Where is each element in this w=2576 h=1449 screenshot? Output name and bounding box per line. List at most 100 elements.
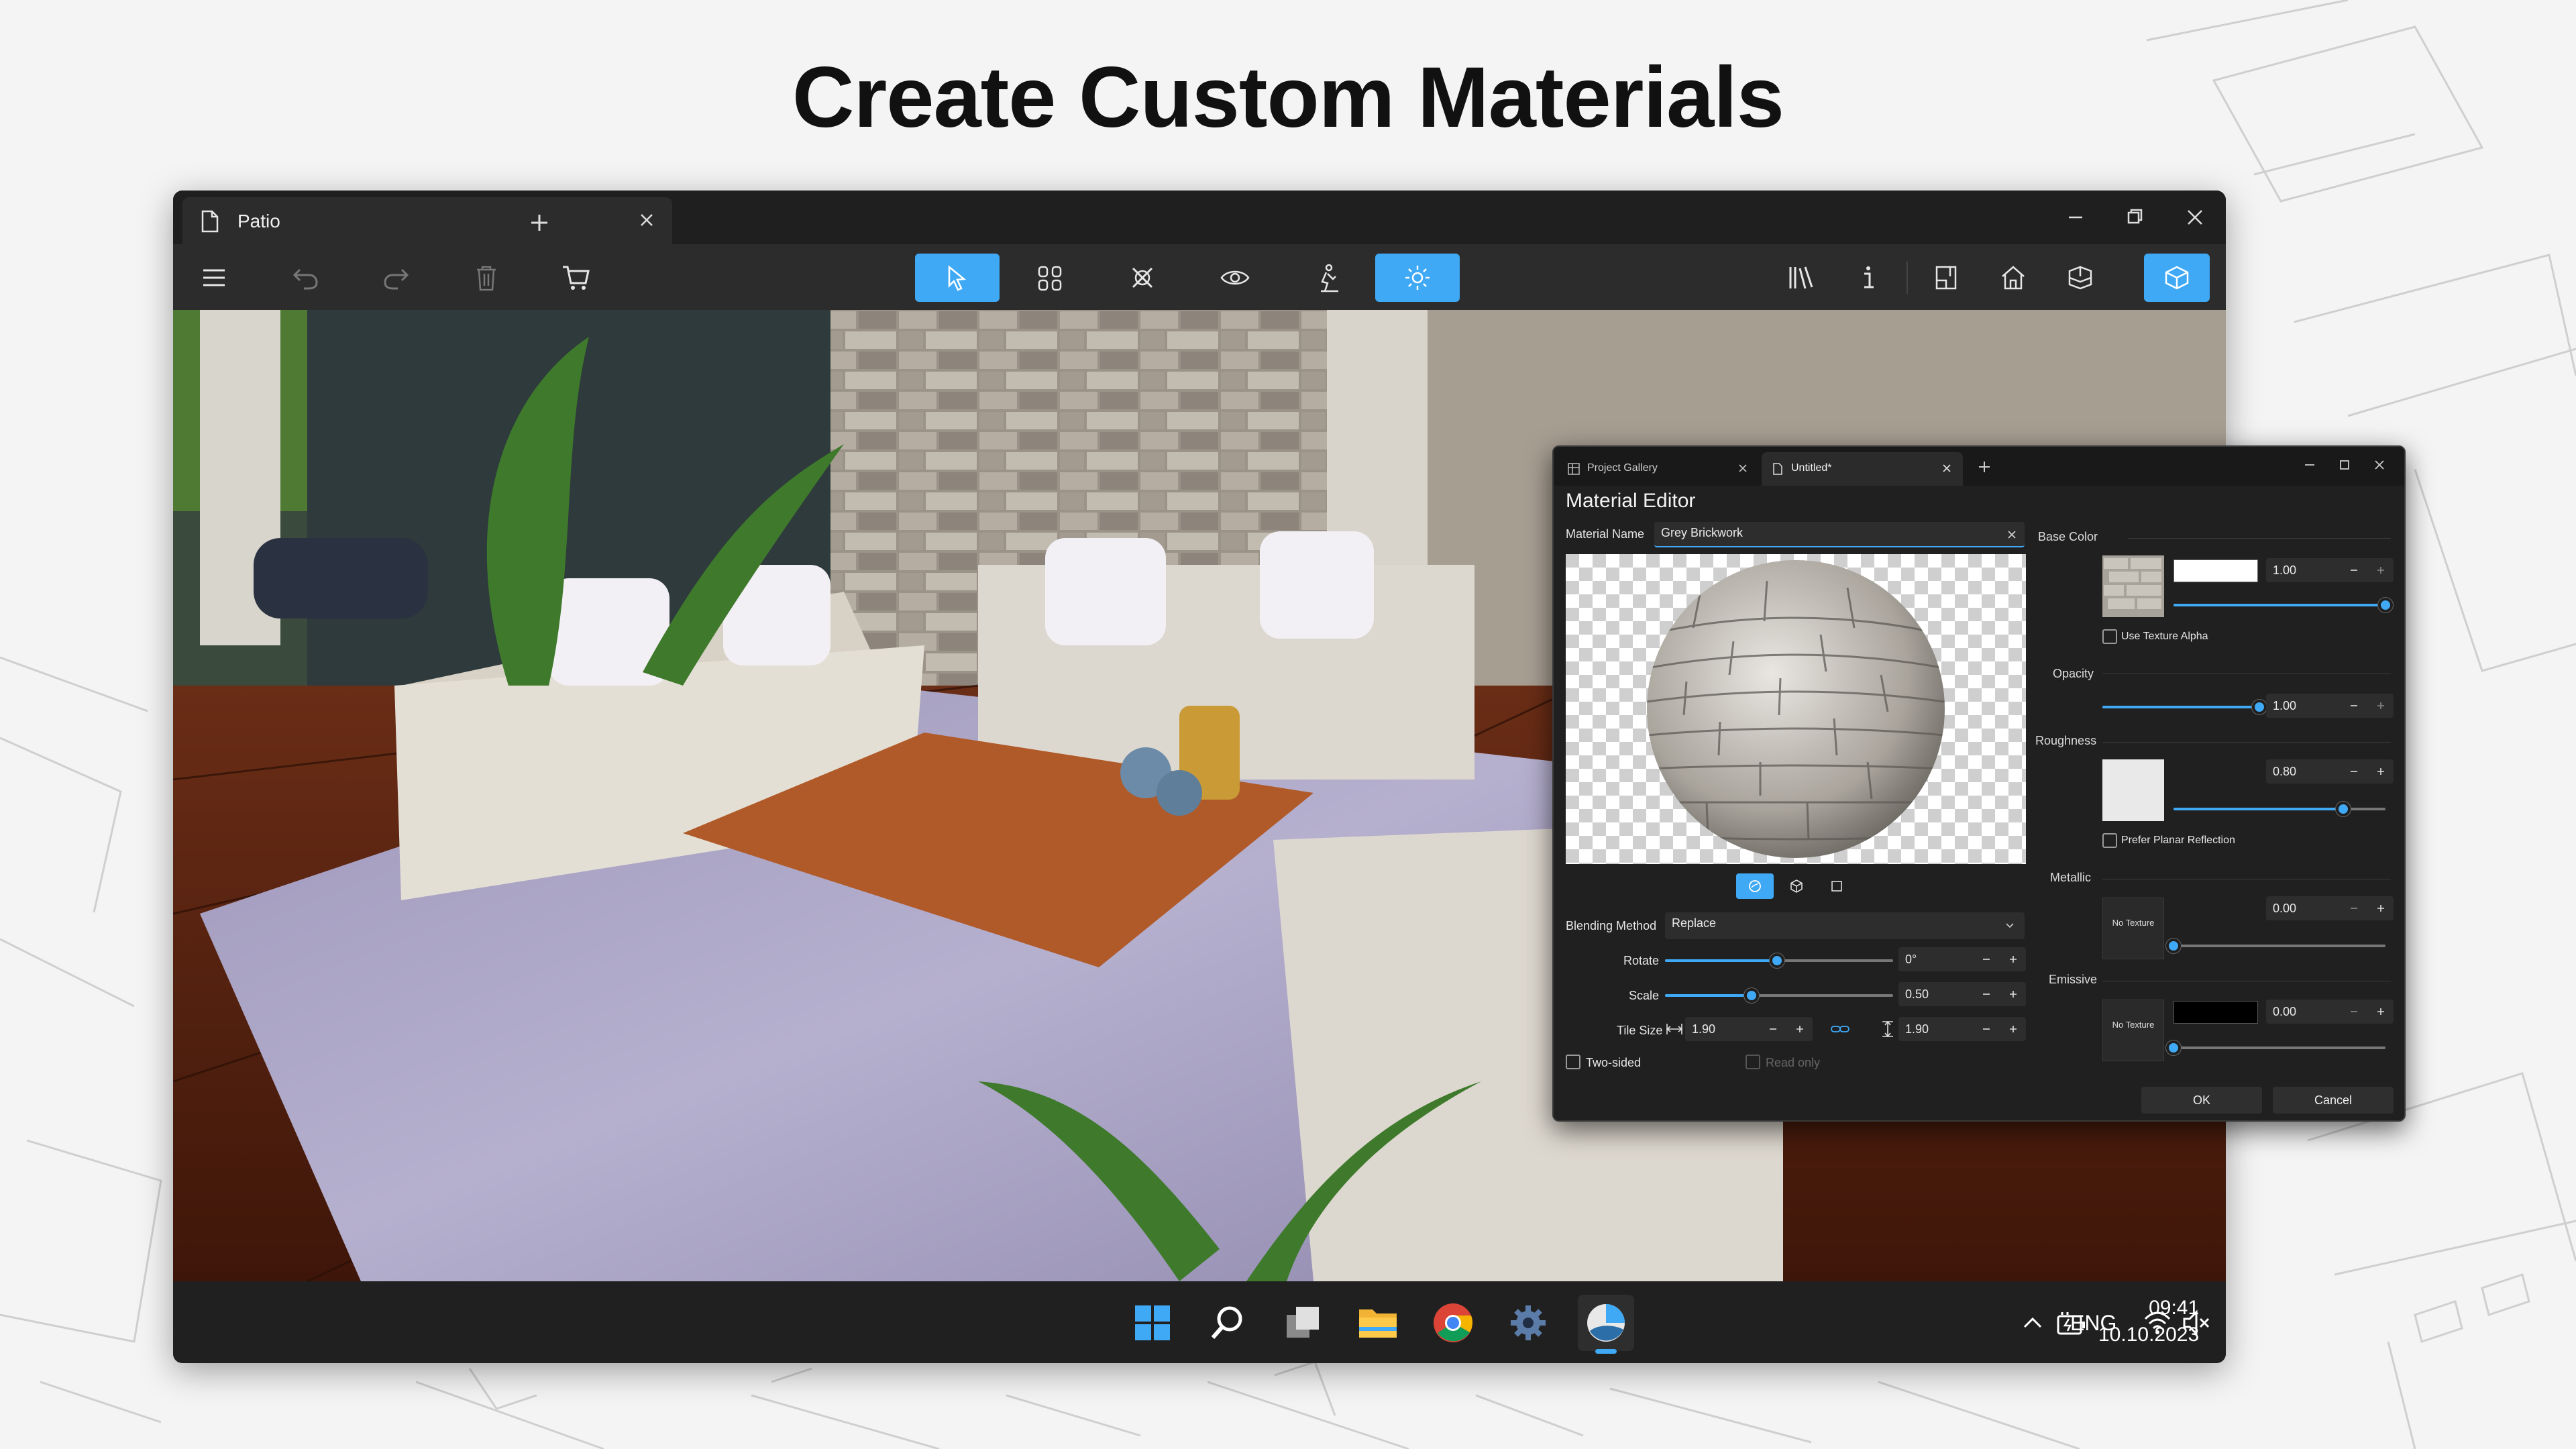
opacity-slider[interactable]: [2102, 700, 2267, 714]
decrement-button[interactable]: [2341, 759, 2367, 784]
close-window-button[interactable]: [2369, 455, 2390, 475]
tray-overflow-button[interactable]: [2019, 1309, 2046, 1336]
preview-plane-button[interactable]: [1819, 873, 1854, 899]
scale-slider[interactable]: [1665, 988, 1893, 1003]
base-color-value: 1.00: [2273, 564, 2297, 577]
house-view-button[interactable]: [1980, 254, 2046, 302]
chrome-button[interactable]: [1425, 1295, 1481, 1351]
menu-button[interactable]: [182, 254, 246, 302]
rotate-spinbox[interactable]: 0°: [1898, 947, 2026, 971]
view-tool-button[interactable]: [1193, 254, 1277, 302]
emissive-spinbox[interactable]: 0.00: [2266, 1000, 2394, 1024]
undo-icon: [292, 268, 318, 290]
tab-patio[interactable]: Patio: [182, 197, 672, 244]
decrement-button[interactable]: [2341, 694, 2367, 718]
decrement-button[interactable]: [1974, 982, 1999, 1006]
prefer-planar-reflection-checkbox[interactable]: [2102, 833, 2117, 848]
file-explorer-button[interactable]: [1350, 1295, 1406, 1351]
new-tab-button[interactable]: [1975, 458, 1994, 476]
search-button[interactable]: [1199, 1295, 1256, 1351]
library-button[interactable]: [1770, 254, 1833, 302]
roughness-texture-thumbnail[interactable]: [2102, 759, 2164, 821]
use-texture-alpha-checkbox[interactable]: [2102, 629, 2117, 644]
two-sided-checkbox[interactable]: [1566, 1055, 1580, 1069]
ok-button[interactable]: OK: [2141, 1087, 2262, 1114]
increment-button[interactable]: [2000, 947, 2026, 971]
restore-button[interactable]: [2120, 203, 2149, 232]
lighting-tool-button[interactable]: [1375, 254, 1460, 302]
close-tab-icon[interactable]: [636, 209, 657, 231]
section-divider: [2102, 742, 2391, 743]
cart-button[interactable]: [545, 254, 608, 302]
minimize-button[interactable]: [2300, 455, 2320, 475]
decrement-button[interactable]: [2341, 1000, 2367, 1024]
close-tab-icon[interactable]: [1736, 462, 1750, 475]
increment-button[interactable]: [2000, 982, 2026, 1006]
people-tool-button[interactable]: [1285, 254, 1370, 302]
taskbar-clock[interactable]: 09:41 10.10.2023: [2098, 1295, 2199, 1348]
emissive-slider[interactable]: [2166, 1040, 2385, 1055]
plan-2d-button[interactable]: [1913, 254, 1979, 302]
preview-cube-button[interactable]: [1779, 873, 1814, 899]
battery-icon[interactable]: [2055, 1311, 2088, 1338]
app-taskbar-button[interactable]: [1578, 1295, 1634, 1354]
redo-button[interactable]: [365, 254, 428, 302]
task-view-button[interactable]: [1275, 1295, 1331, 1351]
settings-button[interactable]: [1500, 1295, 1556, 1351]
rotate-label: Rotate: [1623, 954, 1660, 967]
cancel-button[interactable]: Cancel: [2273, 1087, 2394, 1114]
undo-button[interactable]: [274, 254, 337, 302]
base-color-spinbox[interactable]: 1.00: [2266, 558, 2394, 582]
increment-button[interactable]: [2368, 558, 2394, 582]
new-tab-button[interactable]: [519, 203, 559, 243]
preview-sphere-button[interactable]: [1736, 873, 1774, 899]
opacity-spinbox[interactable]: 1.00: [2266, 694, 2394, 718]
close-tab-icon[interactable]: [1940, 462, 1953, 475]
decrement-button[interactable]: [1760, 1017, 1786, 1041]
delete-button[interactable]: [455, 254, 518, 302]
tile-width-spinbox[interactable]: 1.90: [1685, 1017, 1813, 1041]
increment-button[interactable]: [2368, 896, 2394, 920]
tile-height-spinbox[interactable]: 1.90: [1898, 1017, 2026, 1041]
rotate-slider[interactable]: [1665, 953, 1893, 968]
tab-project-gallery[interactable]: Project Gallery: [1558, 452, 1759, 486]
view-3d-button[interactable]: [2144, 254, 2210, 302]
scale-spinbox[interactable]: 0.50: [1898, 982, 2026, 1006]
tile-height-icon: [1880, 1020, 1896, 1038]
increment-button[interactable]: [2368, 759, 2394, 784]
info-button[interactable]: [1837, 254, 1900, 302]
roughness-spinbox[interactable]: 0.80: [2266, 759, 2394, 784]
plan-3d-button[interactable]: [2047, 254, 2113, 302]
cursor-icon: [948, 265, 967, 291]
objects-tool-button[interactable]: [1100, 254, 1185, 302]
clear-icon: [2008, 531, 2016, 539]
material-name-input[interactable]: Grey Brickwork: [1654, 522, 2025, 547]
decrement-button[interactable]: [2341, 896, 2367, 920]
emissive-color-swatch[interactable]: [2174, 1001, 2258, 1024]
close-window-button[interactable]: [2180, 203, 2210, 232]
increment-button[interactable]: [2000, 1017, 2026, 1041]
build-tool-button[interactable]: [1008, 254, 1092, 302]
emissive-no-texture-button[interactable]: No Texture: [2102, 1000, 2164, 1061]
increment-button[interactable]: [1787, 1017, 1813, 1041]
select-tool-button[interactable]: [915, 254, 1000, 302]
increment-button[interactable]: [2368, 1000, 2394, 1024]
metallic-spinbox[interactable]: 0.00: [2266, 896, 2394, 920]
minimize-button[interactable]: [2061, 203, 2090, 232]
restore-button[interactable]: [2334, 455, 2355, 475]
base-color-texture-thumbnail[interactable]: [2102, 555, 2164, 617]
roughness-slider[interactable]: [2174, 802, 2385, 816]
metallic-no-texture-button[interactable]: No Texture: [2102, 898, 2164, 959]
decrement-button[interactable]: [2341, 558, 2367, 582]
start-button[interactable]: [1124, 1295, 1181, 1351]
decrement-button[interactable]: [1974, 947, 1999, 971]
tab-untitled[interactable]: Untitled*: [1762, 452, 1963, 486]
decrement-button[interactable]: [1974, 1017, 1999, 1041]
link-icon[interactable]: [1830, 1022, 1850, 1036]
increment-button[interactable]: [2368, 694, 2394, 718]
metallic-slider[interactable]: [2166, 938, 2385, 953]
base-color-slider[interactable]: [2174, 598, 2393, 612]
base-color-swatch[interactable]: [2174, 559, 2258, 582]
material-preview[interactable]: [1566, 554, 2026, 864]
blending-method-select[interactable]: Replace: [1665, 912, 2025, 939]
